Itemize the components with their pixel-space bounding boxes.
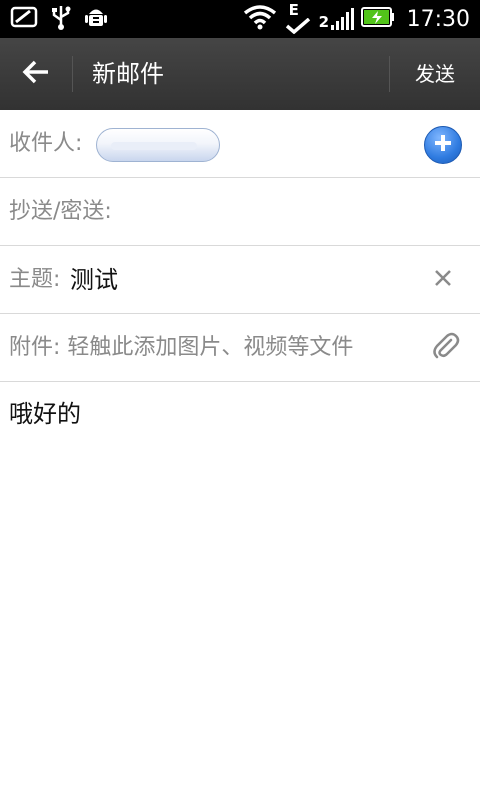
- subject-row[interactable]: 主题: 测试: [0, 246, 480, 314]
- recipient-name-redacted: [111, 142, 197, 150]
- arrow-left-icon: [22, 59, 50, 89]
- app-bar: 新邮件 发送: [0, 38, 480, 110]
- app-bar-divider: [72, 56, 73, 92]
- paperclip-icon: [431, 331, 461, 365]
- data-sync-icon: E: [285, 1, 311, 34]
- attachment-row[interactable]: 附件: 轻触此添加图片、视频等文件: [0, 314, 480, 382]
- cc-bcc-label: 抄送/密送:: [9, 199, 112, 224]
- usb-icon: [50, 4, 72, 34]
- subject-label: 主题:: [9, 267, 61, 292]
- back-button[interactable]: [0, 38, 72, 110]
- status-time: 17:30: [406, 6, 470, 32]
- android-debug-icon: [84, 4, 108, 34]
- plus-icon: [433, 133, 453, 157]
- page-title: 新邮件: [92, 60, 164, 88]
- add-recipient-button[interactable]: [424, 126, 462, 164]
- clear-subject-button[interactable]: [428, 265, 458, 295]
- subject-input[interactable]: 测试: [70, 246, 118, 314]
- to-row: 收件人:: [0, 110, 480, 178]
- close-icon: [434, 269, 452, 291]
- wifi-icon: [243, 4, 277, 34]
- to-label: 收件人:: [9, 131, 83, 156]
- image-icon: [10, 6, 38, 32]
- signal-icon: 2: [318, 6, 354, 32]
- status-bar: E 2 17:30: [0, 0, 480, 38]
- battery-charging-icon: [360, 6, 395, 32]
- cc-bcc-row[interactable]: 抄送/密送:: [0, 178, 480, 246]
- attach-button[interactable]: [430, 332, 462, 364]
- attachment-label: 附件: 轻触此添加图片、视频等文件: [9, 335, 354, 360]
- sim-slot-label: 2: [318, 13, 330, 31]
- message-body[interactable]: 哦好的: [9, 394, 81, 429]
- recipient-chip[interactable]: [96, 128, 220, 162]
- network-type-label: E: [288, 1, 299, 19]
- send-button[interactable]: 发送: [390, 38, 480, 110]
